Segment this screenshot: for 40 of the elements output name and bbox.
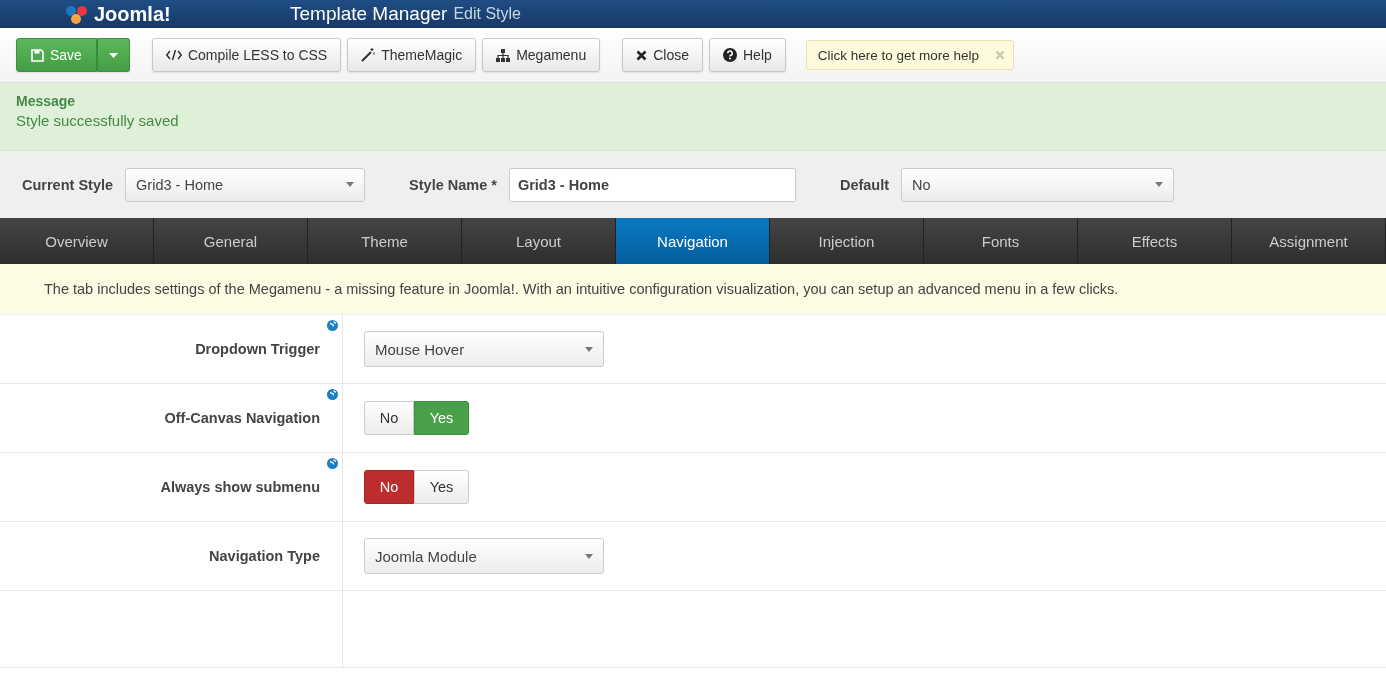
dropdown-button[interactable] — [96, 38, 130, 72]
tab[interactable]: Navigation — [616, 218, 770, 264]
field-label: Style Name * — [409, 176, 497, 193]
style-name-field[interactable]: Grid3 - Home — [508, 167, 796, 202]
close-button[interactable]: Close — [622, 38, 703, 72]
logo-icon — [64, 3, 90, 25]
magic-button[interactable]: ThemeMagic — [347, 38, 477, 72]
caret-icon — [108, 52, 118, 58]
setting-label: Always show submenu — [160, 479, 320, 495]
toggle-option[interactable]: No — [364, 401, 414, 435]
toggle-option[interactable]: Yes — [414, 470, 469, 504]
setting-select[interactable]: Joomla Module — [364, 538, 604, 574]
message-heading: Message — [16, 93, 77, 109]
globe-icon[interactable] — [327, 389, 338, 400]
info-text: The tab includes settings of the Megamenu - a missing feature in Joomla!. With an intuitive configuration visualization, you can setup an advanced menu in a few clicks. — [0, 264, 1386, 315]
page-subtitle: Edit Style — [453, 5, 521, 23]
close-icon — [636, 49, 648, 61]
field-label: Current Style — [22, 176, 114, 193]
code-icon — [165, 49, 182, 61]
default-select[interactable]: No — [901, 167, 1175, 202]
code-button[interactable]: Compile LESS to CSS — [151, 38, 342, 72]
help-icon — [723, 48, 737, 62]
message-text: Style successfully saved — [16, 112, 180, 129]
page-title: Template Manager — [290, 3, 448, 25]
tooltip-text: Click here to get more help — [817, 47, 980, 63]
magic-wand-icon — [361, 48, 376, 62]
setting-select[interactable]: Mouse Hover — [364, 331, 604, 367]
current-style-select[interactable]: Grid3 - Home — [125, 167, 366, 202]
setting-label: Navigation Type — [209, 548, 320, 564]
globe-icon[interactable] — [327, 458, 338, 469]
field-label: Default — [839, 176, 890, 193]
sitemap-button[interactable]: Megamenu — [482, 38, 601, 72]
logo-text: Joomla! — [94, 2, 171, 26]
toggle-option[interactable]: No — [364, 470, 414, 504]
globe-icon[interactable] — [327, 320, 338, 331]
setting-label: Dropdown Trigger — [195, 341, 320, 357]
help-tooltip[interactable]: Click here to get more help — [805, 40, 1015, 70]
sitemap-icon — [496, 48, 511, 62]
setting-label: Off-Canvas Navigation — [164, 410, 320, 426]
help-button[interactable]: Help — [709, 38, 786, 72]
